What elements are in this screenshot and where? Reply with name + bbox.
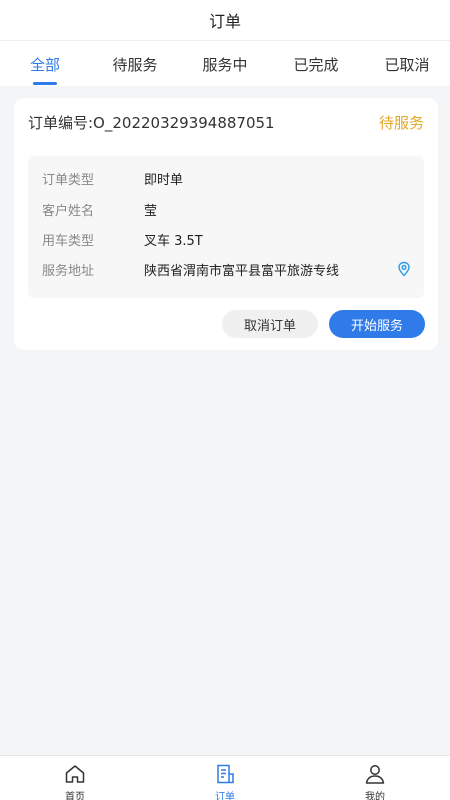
detail-row-customer-name: 客户姓名 莹 — [42, 199, 412, 219]
tab-label: 全部 — [29, 55, 60, 74]
bottom-nav: 首页 订单 我的 — [0, 755, 450, 800]
detail-value: 莹 — [144, 203, 158, 219]
detail-label: 订单类型 — [42, 172, 95, 188]
active-tab-indicator — [33, 82, 57, 85]
detail-value: 叉车 3.5T — [144, 233, 203, 249]
tab-cancelled[interactable]: 已取消 — [372, 41, 442, 87]
home-icon — [63, 762, 87, 786]
tab-pending[interactable]: 待服务 — [100, 41, 170, 87]
order-number: 订单编号:O_20220329394887051 — [28, 114, 275, 132]
cancel-order-button[interactable]: 取消订单 — [222, 310, 318, 338]
location-pin-icon[interactable] — [396, 261, 412, 277]
detail-label: 用车类型 — [42, 233, 95, 249]
status-tabs: 全部 待服务 服务中 已完成 已取消 — [0, 40, 450, 86]
nav-orders[interactable]: 订单 — [180, 756, 270, 800]
tab-label: 已取消 — [384, 55, 430, 74]
order-details: 订单类型 即时单 客户姓名 莹 用车类型 叉车 3.5T 服务地址 陕西省渭南市… — [28, 156, 424, 298]
nav-mine[interactable]: 我的 — [330, 756, 420, 800]
detail-value: 即时单 — [144, 172, 184, 188]
order-card[interactable]: 订单编号:O_20220329394887051 待服务 订单类型 即时单 客户… — [14, 98, 438, 350]
order-icon — [213, 762, 237, 786]
detail-row-service-address: 服务地址 陕西省渭南市富平县富平旅游专线 — [42, 259, 412, 279]
page-title: 订单 — [208, 12, 241, 31]
tab-completed[interactable]: 已完成 — [281, 41, 351, 87]
start-service-button[interactable]: 开始服务 — [329, 310, 425, 338]
detail-value: 陕西省渭南市富平县富平旅游专线 — [144, 263, 340, 279]
app-header: 订单 — [0, 0, 450, 40]
detail-label: 客户姓名 — [42, 203, 95, 219]
nav-label: 我的 — [365, 792, 385, 800]
tab-in-service[interactable]: 服务中 — [190, 41, 260, 87]
nav-label: 首页 — [65, 792, 85, 800]
nav-label: 订单 — [215, 792, 235, 800]
detail-label: 服务地址 — [42, 263, 95, 279]
profile-icon — [363, 762, 387, 786]
order-status-badge: 待服务 — [378, 114, 424, 132]
detail-row-vehicle-type: 用车类型 叉车 3.5T — [42, 229, 412, 249]
tab-label: 已完成 — [293, 55, 339, 74]
detail-row-order-type: 订单类型 即时单 — [42, 168, 412, 188]
nav-home[interactable]: 首页 — [30, 756, 120, 800]
tab-label: 待服务 — [112, 55, 158, 74]
tab-all[interactable]: 全部 — [14, 41, 76, 87]
tab-label: 服务中 — [202, 55, 248, 74]
